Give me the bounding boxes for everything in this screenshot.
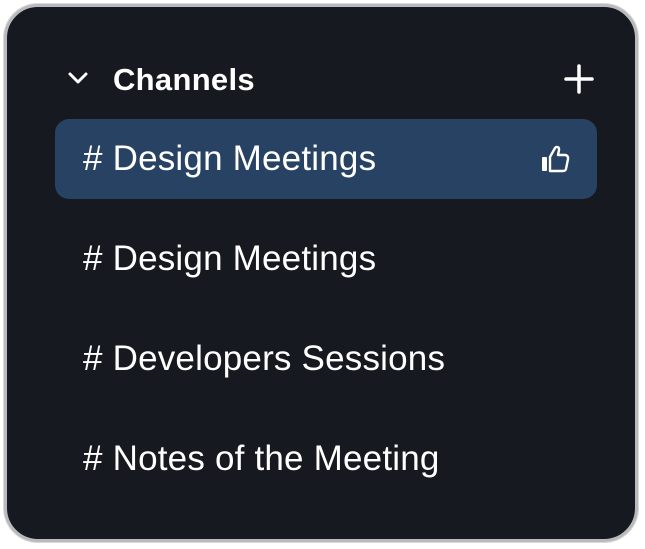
channel-list: # Design Meetings # Design Meetings # De… (55, 119, 597, 519)
channel-item-developers-sessions[interactable]: # Developers Sessions (55, 319, 597, 399)
thumbs-up-icon[interactable] (539, 143, 571, 175)
channels-title: Channels (113, 62, 255, 97)
channel-item-design-meetings-active[interactable]: # Design Meetings (55, 119, 597, 199)
channel-label: # Design Meetings (83, 139, 377, 178)
channel-label: # Developers Sessions (83, 339, 446, 378)
channel-item-notes-of-the-meeting[interactable]: # Notes of the Meeting (55, 419, 597, 499)
plus-icon[interactable] (563, 63, 595, 95)
channel-item-design-meetings[interactable]: # Design Meetings (55, 219, 597, 299)
channels-panel: Channels # Design Meetings # Design Meet… (4, 4, 638, 542)
channel-label: # Notes of the Meeting (83, 439, 440, 478)
channel-label: # Design Meetings (83, 239, 377, 278)
chevron-down-icon[interactable] (65, 65, 91, 91)
channels-header[interactable]: Channels (7, 55, 635, 107)
